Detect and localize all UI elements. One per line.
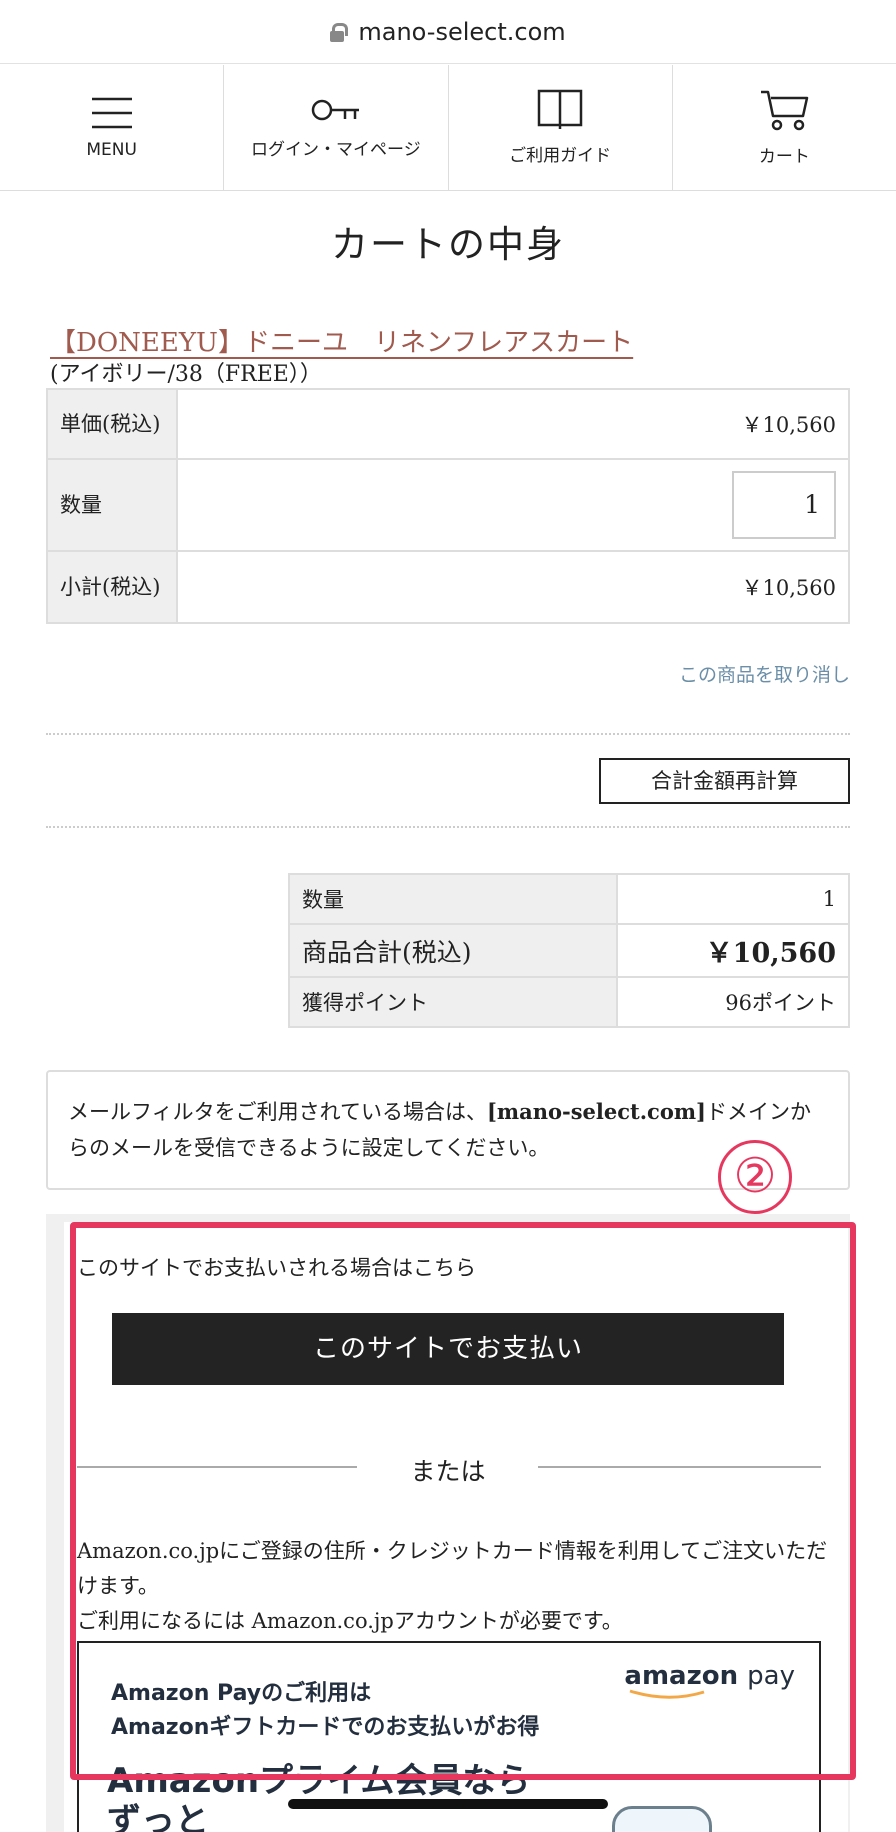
recalculate-button[interactable]: 合計金額再計算 (599, 758, 850, 804)
table-row: 商品合計(税込) ￥10,560 (288, 923, 850, 978)
table-row: 単価(税込) ￥10,560 (46, 388, 850, 460)
notice-domain: [mano-select.com] (486, 1099, 706, 1124)
lock-icon (330, 22, 349, 42)
quantity-input[interactable]: 1 (732, 471, 836, 539)
total-label: 商品合計(税込) (288, 923, 618, 978)
quantity-label: 数量 (46, 458, 178, 552)
address-bar[interactable]: mano-select.com (0, 0, 896, 64)
subtotal-value: ￥10,560 (176, 550, 850, 624)
header-nav: MENU ログイン・マイページ ご利用ガイド カート (0, 65, 896, 191)
url-text: mano-select.com (358, 17, 566, 46)
cart-item-table: 単価(税込) ￥10,560 数量 1 小計(税込) ￥10,560 (46, 388, 850, 624)
book-icon (537, 89, 583, 129)
menu-button[interactable]: MENU (0, 65, 225, 190)
menu-label: MENU (86, 139, 137, 160)
cart-icon (761, 90, 809, 131)
chat-icon[interactable] (612, 1806, 712, 1832)
key-icon (311, 99, 359, 121)
order-summary-table: 数量 1 商品合計(税込) ￥10,560 獲得ポイント 96ポイント (288, 873, 850, 1028)
divider (46, 826, 850, 828)
summary-qty-value: 1 (616, 873, 850, 925)
product-variant: (アイボリー/38（FREE）） (50, 362, 322, 387)
summary-qty-label: 数量 (288, 873, 618, 925)
login-label: ログイン・マイページ (251, 140, 421, 160)
unit-price-label: 単価(税込) (46, 388, 178, 460)
guide-label: ご利用ガイド (509, 146, 612, 166)
subtotal-label: 小計(税込) (46, 550, 178, 624)
points-value: 96ポイント (616, 976, 850, 1028)
cart-label: カート (758, 147, 810, 167)
highlight-frame (70, 1222, 856, 1780)
points-label: 獲得ポイント (288, 976, 618, 1028)
remove-item-link[interactable]: この商品を取り消し (679, 660, 850, 687)
table-row: 数量 1 (288, 873, 850, 925)
table-row: 小計(税込) ￥10,560 (46, 550, 850, 624)
page-title: カートの中身 (331, 223, 565, 266)
hamburger-icon (91, 97, 132, 128)
product-name-link[interactable]: 【DONEEYU】ドニーユ リネンフレアスカート (50, 322, 633, 359)
home-indicator (288, 1799, 608, 1809)
cart-button[interactable]: カート (673, 65, 896, 190)
unit-price-value: ￥10,560 (176, 388, 850, 460)
annotation-number: ② (718, 1140, 792, 1214)
table-row: 数量 1 (46, 458, 850, 552)
table-row: 獲得ポイント 96ポイント (288, 976, 850, 1028)
total-value: ￥10,560 (616, 923, 850, 978)
guide-button[interactable]: ご利用ガイド (449, 65, 673, 190)
login-mypage-button[interactable]: ログイン・マイページ (224, 65, 449, 190)
notice-text: メールフィルタをご利用されている場合は、 (68, 1100, 487, 1124)
divider (46, 733, 850, 735)
